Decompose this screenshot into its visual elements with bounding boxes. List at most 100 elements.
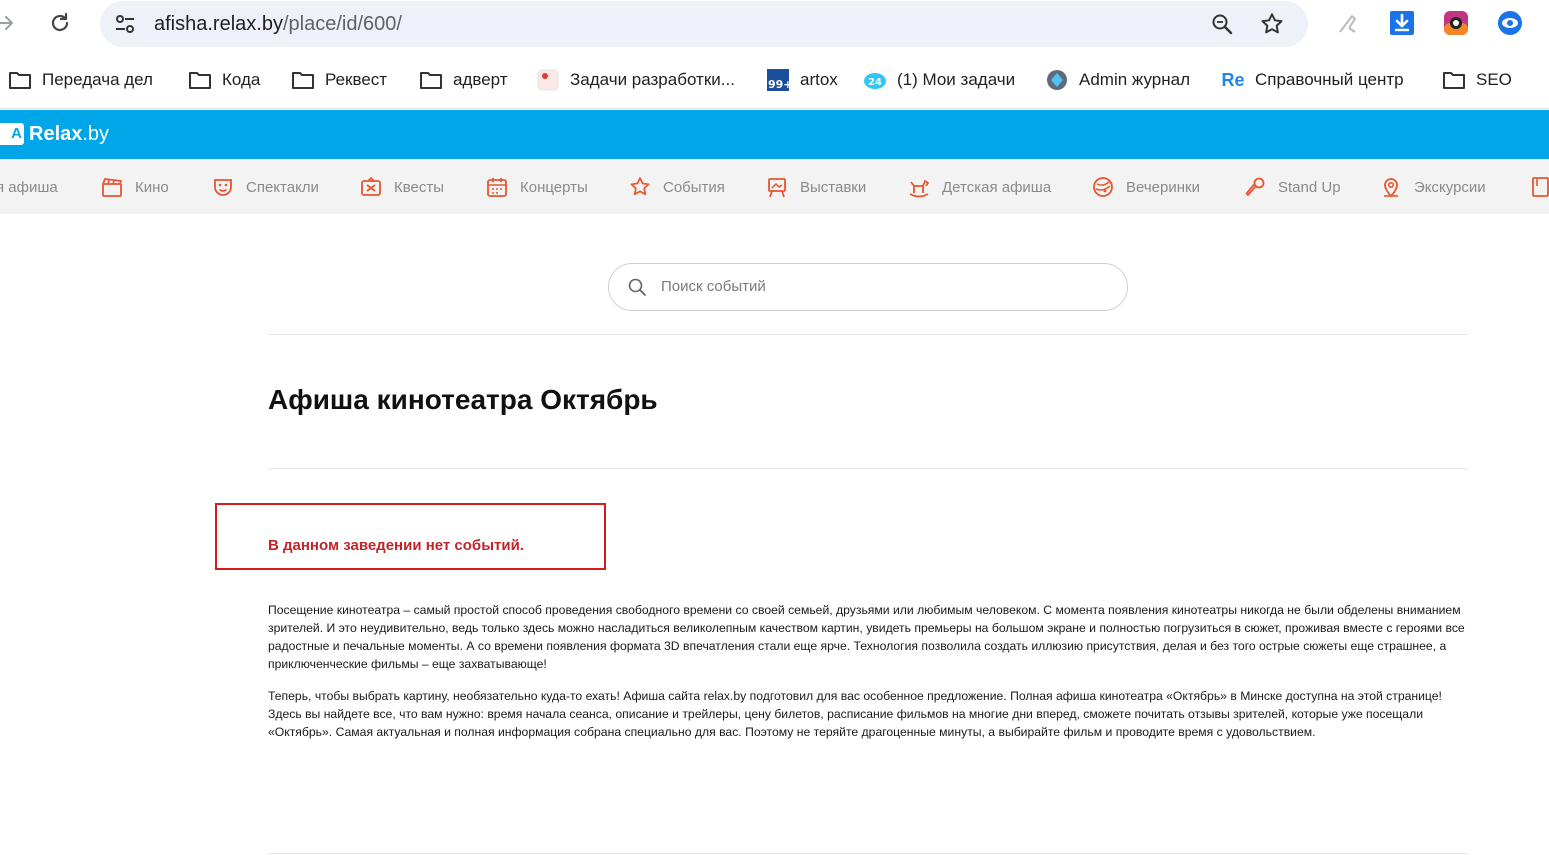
bookmark-label: Реквест [325, 70, 388, 89]
bookmark-folder[interactable]: SEO [1442, 67, 1512, 93]
bookmark-label: Справочный центр [1255, 70, 1404, 89]
description-paragraph: Теперь, чтобы выбрать картину, необязате… [268, 687, 1473, 741]
no-events-message: В данном заведении нет событий. [268, 537, 524, 554]
divider [268, 468, 1468, 469]
address-bar[interactable]: afisha.relax.by/place/id/600/ [100, 1, 1308, 47]
bookmark-folder[interactable]: Реквест [291, 67, 387, 93]
bookmarks-bar: Передача дел Кода Реквест адверт Задачи … [0, 55, 1549, 109]
browser-toolbar: afisha.relax.by/place/id/600/ [0, 0, 1549, 55]
category-label: Выставки [800, 178, 867, 196]
logo-mark: A [0, 123, 24, 145]
search-placeholder: Поиск событий [661, 278, 766, 295]
bookmark-link[interactable]: 24 (1) Мои задачи [863, 67, 1015, 93]
bitrix-badge: 24 [868, 77, 882, 88]
category-label: Экскурсии [1414, 178, 1486, 196]
category-item-sobytiya[interactable]: События [629, 175, 725, 199]
category-item-spektakli[interactable]: Спектакли [212, 175, 319, 199]
search-icon [628, 278, 646, 296]
folder-icon [1442, 69, 1466, 91]
bookmark-link[interactable]: Задачи разработки... [536, 67, 735, 93]
bookmark-folder[interactable]: адверт [419, 67, 508, 93]
category-item-afisha[interactable]: я афиша [0, 175, 58, 199]
bookmark-label: Задачи разработки... [570, 70, 735, 89]
description-paragraph: Посещение кинотеатра – самый простой спо… [268, 601, 1473, 673]
logo-name: Relax [29, 122, 83, 145]
category-menu: я афиша Кино Спектакли Квесты Концерты С… [0, 159, 1549, 214]
folder-icon [291, 69, 315, 91]
search-input[interactable]: Поиск событий [608, 263, 1128, 311]
category-item-detskaya-afisha[interactable]: Детская афиша [908, 175, 1051, 199]
calendar-icon [487, 178, 507, 197]
download-icon[interactable] [1389, 10, 1415, 36]
category-item-koncerty[interactable]: Концерты [486, 175, 588, 199]
bookmark-star-icon[interactable] [1259, 11, 1285, 37]
tasks-favicon [536, 69, 560, 91]
bookmark-label: (1) Мои задачи [897, 70, 1016, 89]
forward-arrow-icon[interactable] [0, 11, 18, 35]
disco-icon [1093, 177, 1113, 197]
category-label: События [663, 178, 725, 196]
page-title: Афиша кинотеатра Октябрь [268, 384, 658, 415]
admin-favicon [1045, 69, 1069, 91]
bookmark-label: SEO [1476, 70, 1512, 89]
bookmark-link[interactable]: Admin журнал [1045, 67, 1190, 93]
folder-icon [419, 69, 443, 91]
bookmark-label: Кода [222, 70, 261, 89]
description-text: Посещение кинотеатра – самый простой спо… [268, 603, 1465, 671]
url-host: afisha.relax.by [154, 13, 283, 35]
artox-favicon: 99+ [766, 69, 790, 91]
relax-logo[interactable]: A Relax.by [0, 122, 109, 146]
category-item-vecherinki[interactable]: Вечеринки [1092, 175, 1200, 199]
category-label: Кино [135, 178, 169, 196]
clapperboard-icon [102, 178, 122, 197]
bookmark-label: Передача дел [42, 70, 153, 89]
logo-text: Relax.by [29, 123, 109, 146]
category-label: Концерты [520, 178, 588, 196]
star-icon [630, 177, 650, 196]
bookmark-label: адверт [453, 70, 508, 89]
category-item-vystavki[interactable]: Выставки [766, 175, 866, 199]
category-label: я афиша [0, 178, 58, 196]
theater-mask-icon [214, 179, 232, 196]
site-header: A Relax.by [0, 110, 1549, 159]
rocking-horse-icon [909, 179, 930, 198]
camera-extension-icon[interactable] [1443, 10, 1469, 36]
logo-domain: .by [82, 122, 110, 145]
folder-icon [188, 69, 212, 91]
microphone-icon [1245, 177, 1265, 196]
url-path: /place/id/600/ [282, 13, 402, 35]
eye-extension-icon[interactable] [1497, 10, 1523, 36]
category-item-more[interactable] [1530, 175, 1549, 199]
category-label: Вечеринки [1126, 178, 1200, 196]
extension-pen-icon[interactable] [1335, 10, 1361, 36]
category-item-kvesty[interactable]: Квесты [360, 175, 444, 199]
description-text: Теперь, чтобы выбрать картину, необязате… [268, 689, 1442, 739]
bookmark-link[interactable]: 99+ artox [766, 67, 838, 93]
bitrix24-favicon: 24 [863, 69, 887, 91]
book-icon [1532, 177, 1549, 197]
reload-icon[interactable] [48, 11, 72, 35]
category-label: Детская афиша [942, 178, 1052, 196]
category-label: Квесты [394, 178, 445, 196]
zoom-icon[interactable] [1210, 12, 1234, 36]
divider [268, 334, 1468, 335]
artox-badge: 99+ [768, 78, 790, 91]
category-item-standup[interactable]: Stand Up [1244, 175, 1341, 199]
divider [268, 853, 1468, 854]
bookmark-label: Admin журнал [1079, 70, 1190, 89]
folder-icon [8, 69, 32, 91]
bookmark-link[interactable]: Re Справочный центр [1221, 67, 1404, 93]
category-item-kino[interactable]: Кино [101, 175, 169, 199]
bookmark-folder[interactable]: Кода [188, 67, 260, 93]
site-settings-icon[interactable] [112, 12, 138, 36]
quest-icon [361, 176, 381, 196]
bookmark-label: artox [800, 70, 838, 89]
category-item-ekskursii[interactable]: Экскурсии [1380, 175, 1486, 199]
category-label: Stand Up [1278, 178, 1341, 196]
url-text[interactable]: afisha.relax.by/place/id/600/ [154, 13, 402, 36]
category-label: Спектакли [246, 178, 319, 196]
easel-icon [768, 178, 786, 198]
location-pin-icon [1384, 178, 1398, 198]
re-favicon: Re [1221, 69, 1245, 90]
bookmark-folder[interactable]: Передача дел [8, 67, 153, 93]
